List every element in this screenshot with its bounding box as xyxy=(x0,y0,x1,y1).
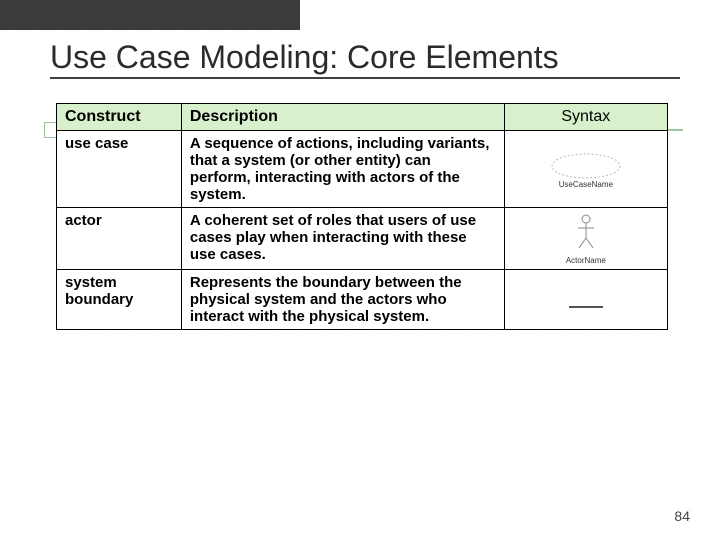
actor-stickfigure-icon xyxy=(566,212,606,256)
slide-content: Use Case Modeling: Core Elements Constru… xyxy=(0,0,720,540)
description-cell: Represents the boundary between the phys… xyxy=(181,270,504,330)
header-description: Description xyxy=(181,104,504,131)
core-elements-table: Construct Description Syntax use case A … xyxy=(56,103,668,330)
syntax-label: ActorName xyxy=(513,256,659,265)
syntax-label: UseCaseName xyxy=(513,180,659,189)
syntax-cell-usecase: UseCaseName xyxy=(504,131,667,208)
header-construct: Construct xyxy=(57,104,182,131)
construct-cell: actor xyxy=(57,208,182,270)
page-number: 84 xyxy=(674,508,690,524)
header-syntax: Syntax xyxy=(504,104,667,131)
table-row: system boundary Represents the boundary … xyxy=(57,270,668,330)
table-row: actor A coherent set of roles that users… xyxy=(57,208,668,270)
syntax-cell-boundary xyxy=(504,270,667,330)
table-row: use case A sequence of actions, includin… xyxy=(57,131,668,208)
boundary-rectangle-icon xyxy=(551,280,621,320)
description-cell: A coherent set of roles that users of us… xyxy=(181,208,504,270)
syntax-cell-actor: ActorName xyxy=(504,208,667,270)
top-dark-bar xyxy=(0,0,300,30)
construct-cell: system boundary xyxy=(57,270,182,330)
description-cell: A sequence of actions, including variant… xyxy=(181,131,504,208)
slide-title: Use Case Modeling: Core Elements xyxy=(50,40,680,75)
title-underline xyxy=(50,77,680,79)
table-header-row: Construct Description Syntax xyxy=(57,104,668,131)
construct-cell: use case xyxy=(57,131,182,208)
